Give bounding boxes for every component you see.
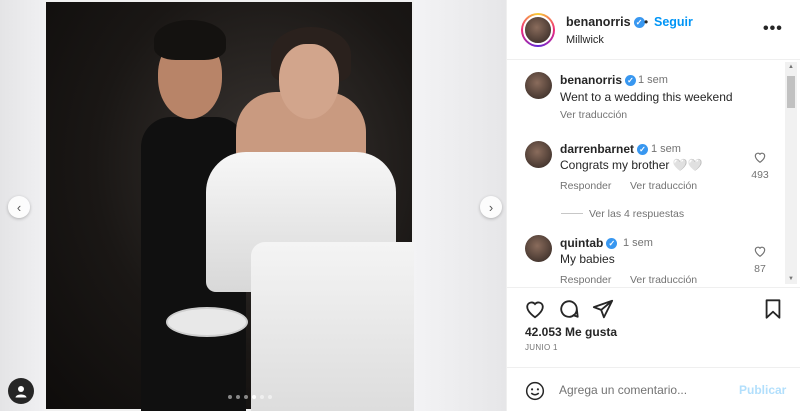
tagged-users-button[interactable] [8, 378, 34, 404]
carousel-dot [260, 395, 264, 399]
caption-text: Went to a wedding this weekend [560, 90, 733, 104]
likes-count[interactable]: 42.053 Me gusta [525, 325, 617, 339]
scroll-thumb[interactable] [787, 76, 795, 108]
carousel-prev-button[interactable]: ‹ [8, 196, 30, 218]
view-replies-button[interactable]: Ver las 4 respuestas [589, 208, 684, 220]
post-media: ‹ › [0, 0, 506, 411]
carousel-dot [228, 395, 232, 399]
comments-scrollbar[interactable]: ▲ ▼ [785, 62, 797, 284]
carousel-indicator [228, 395, 272, 399]
reply-button[interactable]: Responder [560, 180, 611, 192]
scroll-up-arrow-icon[interactable]: ▲ [787, 64, 795, 70]
heart-icon[interactable] [753, 150, 767, 164]
see-translation-link[interactable]: Ver traducción [560, 109, 627, 121]
see-translation-link[interactable]: Ver traducción [630, 180, 697, 192]
bride-face [279, 44, 339, 119]
comment-username-text: benanorris [560, 73, 623, 87]
heart-icon[interactable] [753, 244, 767, 258]
wedding-cake [251, 242, 414, 411]
comment-timestamp[interactable]: 1 sem [623, 237, 653, 249]
verified-badge-icon: ✓ [637, 144, 649, 156]
post-date[interactable]: JUNIO 1 [525, 343, 558, 352]
carousel-dot [236, 395, 240, 399]
photo-scene [46, 2, 414, 411]
groom-hair [154, 20, 226, 60]
post-photo[interactable] [44, 0, 414, 411]
author-username[interactable]: benanorris ✓ [566, 15, 645, 29]
bookmark-icon[interactable] [762, 298, 784, 320]
reply-button[interactable]: Responder [560, 274, 611, 286]
cake-plate [166, 307, 248, 337]
avatar[interactable] [525, 235, 552, 262]
header-separator: • [644, 15, 649, 29]
comment-username-text: darrenbarnet [560, 142, 635, 156]
comment-text: My babies [560, 252, 615, 266]
emoji-icon[interactable] [525, 381, 545, 401]
comment-input[interactable] [559, 379, 729, 401]
avatar[interactable] [525, 141, 552, 168]
add-comment-bar: Publicar [507, 367, 800, 411]
verified-badge-icon: ✓ [633, 17, 645, 29]
post-modal: ‹ › benanorris ✓ • Seguir Millwick ••• b… [0, 0, 800, 411]
see-translation-link[interactable]: Ver traducción [630, 274, 697, 286]
avatar [523, 15, 553, 45]
comment-icon[interactable] [558, 298, 580, 320]
comment-like-count: 87 [754, 263, 766, 275]
replies-divider [561, 213, 583, 214]
verified-badge-icon: ✓ [625, 75, 637, 87]
comment-timestamp[interactable]: 1 sem [638, 74, 668, 86]
chevron-left-icon: ‹ [16, 199, 22, 215]
verified-badge-icon: ✓ [606, 238, 618, 250]
carousel-dot [252, 395, 256, 399]
chevron-right-icon: › [488, 199, 494, 215]
comment-text: Congrats my brother 🤍🤍 [560, 158, 703, 172]
comment-username-text: quintab [560, 236, 604, 250]
carousel-next-button[interactable]: › [480, 196, 502, 218]
comment-like-count: 493 [751, 169, 769, 181]
carousel-dot [268, 395, 272, 399]
share-icon[interactable] [592, 298, 614, 320]
comment-timestamp[interactable]: 1 sem [651, 143, 681, 155]
comment-username[interactable]: darrenbarnet ✓ [560, 142, 649, 156]
comment-username[interactable]: quintab ✓ [560, 236, 618, 250]
comment-username[interactable]: benanorris ✓ [560, 73, 637, 87]
carousel-dot [244, 395, 248, 399]
avatar[interactable] [525, 72, 552, 99]
heart-icon[interactable] [524, 298, 546, 320]
more-options-icon[interactable]: ••• [763, 20, 783, 38]
post-header: benanorris ✓ • Seguir Millwick ••• [507, 0, 800, 60]
post-location[interactable]: Millwick [566, 34, 604, 46]
post-sidebar: benanorris ✓ • Seguir Millwick ••• benano… [506, 0, 800, 411]
comments-list: benanorris ✓ 1 sem Went to a wedding this… [507, 61, 800, 287]
author-avatar-ring[interactable] [521, 13, 555, 47]
user-icon [15, 386, 27, 398]
publish-button[interactable]: Publicar [739, 383, 786, 397]
scroll-down-arrow-icon[interactable]: ▼ [787, 276, 795, 282]
follow-button[interactable]: Seguir [654, 15, 693, 29]
author-username-text: benanorris [566, 15, 631, 29]
